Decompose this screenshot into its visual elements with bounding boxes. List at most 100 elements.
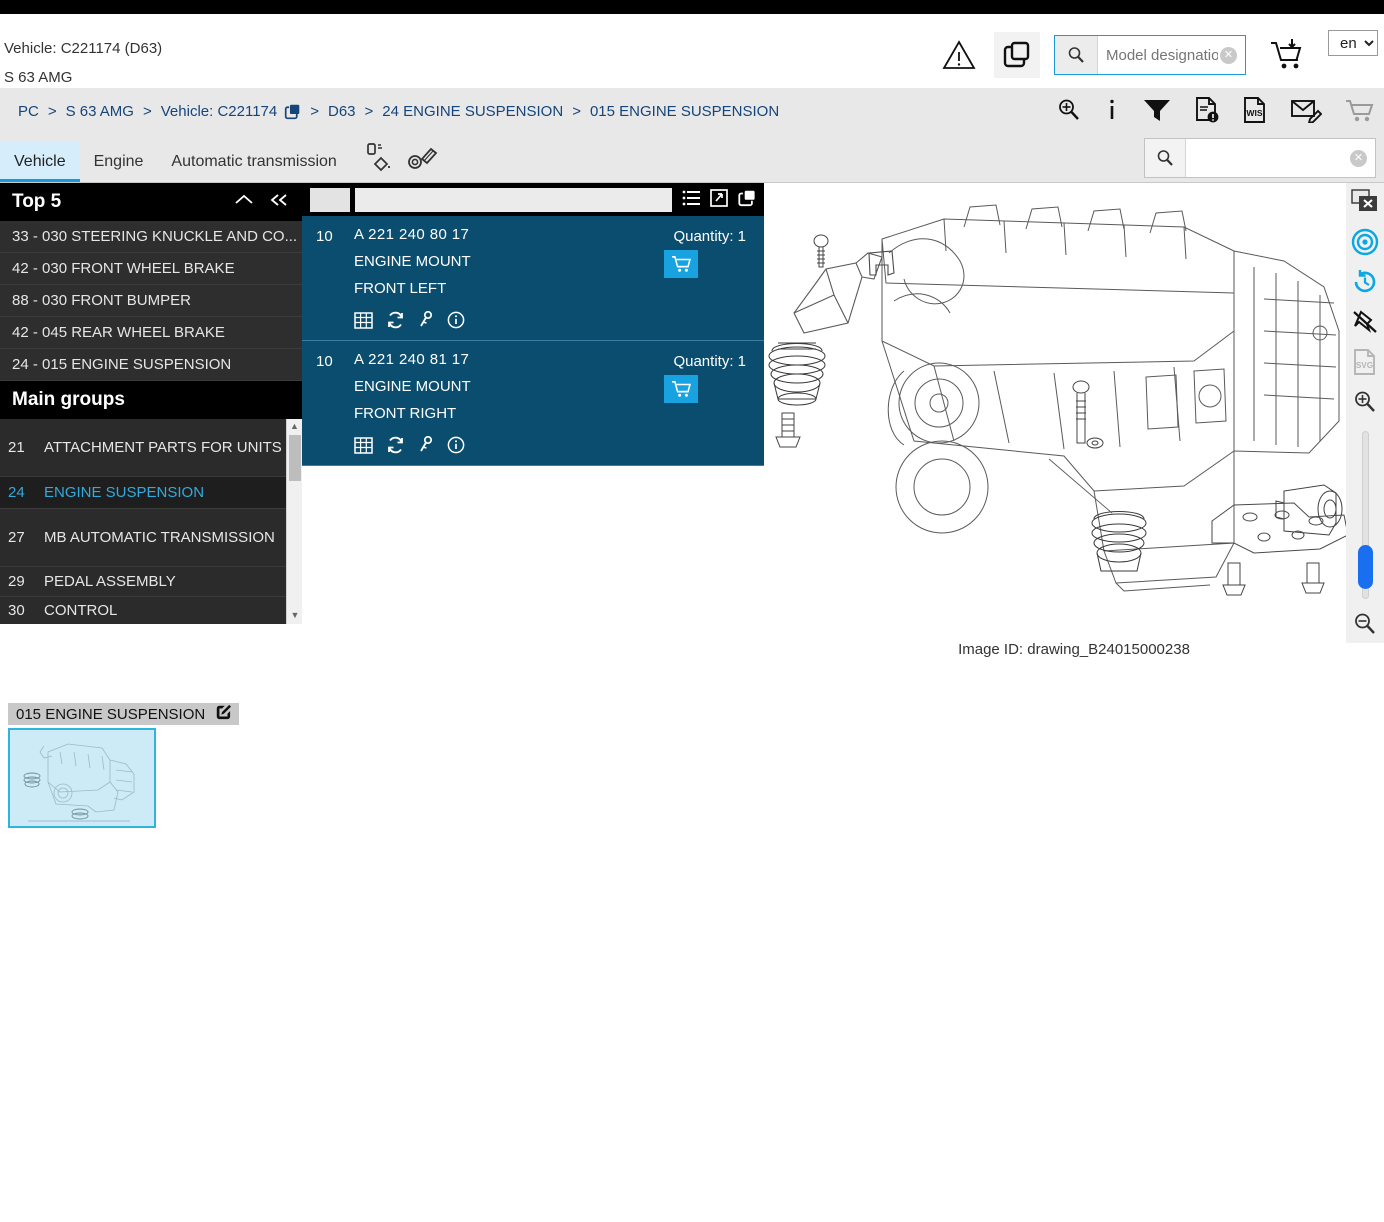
main-group-number: 24 [8,484,44,501]
vehicle-model-label: S 63 AMG [4,69,72,86]
clear-icon[interactable]: ✕ [1220,47,1237,64]
model-designation-input[interactable] [1098,46,1220,65]
cart-icon[interactable] [1344,97,1374,127]
svg-text:WIS: WIS [1246,108,1262,118]
top5-item-3[interactable]: 42 - 045 REAR WHEEL BRAKE [0,317,302,349]
top5-item-4[interactable]: 24 - 015 ENGINE SUSPENSION [0,349,302,381]
top5-controls [234,192,290,212]
breadcrumb-item-group[interactable]: 24 ENGINE SUSPENSION [382,103,563,120]
info-icon[interactable] [1104,97,1120,127]
breadcrumb-item-pc[interactable]: PC [18,103,39,120]
app-header: Vehicle: C221174 (D63) S 63 AMG ✕ [0,14,1384,88]
main-group-label: CONTROL [44,602,117,619]
expand-icon[interactable] [710,189,728,211]
main-group-item-21[interactable]: 21 ATTACHMENT PARTS FOR UNITS [0,419,302,477]
exploded-view-drawing[interactable] [764,191,1364,641]
top5-item-0[interactable]: 33 - 030 STEERING KNUCKLE AND CO... [0,221,302,253]
main-group-item-29[interactable]: 29 PEDAL ASSEMBLY [0,567,302,597]
thumbnail-image[interactable] [8,728,156,828]
cart-add-icon[interactable] [1268,36,1308,74]
model-designation-search[interactable]: ✕ [1054,35,1246,75]
main-groups-title: Main groups [12,389,125,411]
top5-item-2[interactable]: 88 - 030 FRONT BUMPER [0,285,302,317]
main-groups-scrollbar[interactable]: ▲ ▼ [286,419,302,624]
close-window-icon[interactable] [1350,187,1380,217]
top5-item-1[interactable]: 42 - 030 FRONT WHEEL BRAKE [0,253,302,285]
zoom-in-icon[interactable] [1350,387,1380,417]
mail-edit-icon[interactable] [1290,97,1322,127]
refresh-icon[interactable] [386,311,405,333]
info-circle-icon[interactable] [447,436,465,458]
zoom-out-icon[interactable] [1350,609,1380,639]
language-select[interactable]: en [1328,30,1378,56]
tab-automatic-transmission[interactable]: Automatic transmission [157,142,350,182]
table-grid-icon[interactable] [354,312,373,333]
key-icon[interactable] [418,311,434,333]
zoom-in-icon[interactable] [1056,97,1082,127]
edit-pencil-icon[interactable] [215,704,231,724]
table-row[interactable]: 10 A 221 240 81 17 ENGINE MOUNT FRONT RI… [302,341,764,466]
warning-triangle-icon[interactable] [942,38,976,72]
main-group-number: 30 [8,602,44,619]
filter-icon[interactable] [1142,97,1172,127]
main-groups-list: 21 ATTACHMENT PARTS FOR UNITS 24 ENGINE … [0,419,302,624]
tab-vehicle[interactable]: Vehicle [0,142,80,182]
breadcrumb-item-model[interactable]: S 63 AMG [66,103,134,120]
breadcrumb-separator: > [48,103,57,120]
top5-list: 33 - 030 STEERING KNUCKLE AND CO... 42 -… [0,221,302,381]
double-chevron-left-icon[interactable] [268,192,290,212]
search-icon[interactable] [1145,139,1186,177]
top-black-bar [0,0,1384,14]
add-to-cart-button[interactable] [664,250,698,278]
part-quantity: Quantity: 1 [673,228,746,245]
table-row[interactable]: 10 A 221 240 80 17 ENGINE MOUNT FRONT LE… [302,216,764,341]
key-icon[interactable] [418,436,434,458]
thumbnail-label-bar: 015 ENGINE SUSPENSION [8,703,239,725]
breadcrumb-separator: > [143,103,152,120]
chevron-up-icon[interactable] [234,192,254,212]
main-group-number: 21 [8,439,44,456]
bolt-screw-icon[interactable] [407,142,439,176]
unpin-icon[interactable] [1350,307,1380,337]
breadcrumb-item-vehicle[interactable]: Vehicle: C221174 [161,103,277,120]
header-actions: ✕ en [942,32,1384,78]
breadcrumb-item-d63[interactable]: D63 [328,103,356,120]
parts-header-icons [682,189,756,211]
parts-header-field[interactable] [355,188,672,212]
history-undo-icon[interactable] [1350,267,1380,297]
search-icon[interactable] [1055,36,1098,74]
copy-icon[interactable] [994,32,1040,78]
part-drawing-panel[interactable]: 25 35 20 10 30 40 45 50 10 80 90 Image I… [764,183,1384,618]
scroll-up-arrow-icon[interactable]: ▲ [287,419,302,433]
tab-engine[interactable]: Engine [80,142,158,182]
zoom-slider-handle[interactable] [1358,545,1373,589]
main-group-number: 27 [8,529,44,546]
duplicate-icon[interactable] [737,189,756,211]
thumbnail-title: 015 ENGINE SUSPENSION [16,706,205,723]
part-row-icons [354,436,754,458]
svg-export-icon: SVG [1350,347,1380,377]
zoom-slider[interactable] [1358,431,1372,599]
document-alert-icon[interactable] [1194,96,1220,128]
scroll-down-arrow-icon[interactable]: ▼ [287,608,302,622]
target-focus-icon[interactable] [1350,227,1380,257]
parts-list-panel: 10 A 221 240 80 17 ENGINE MOUNT FRONT LE… [302,183,764,473]
breadcrumb-copy-icon[interactable] [284,103,301,120]
wis-document-icon[interactable]: WIS [1242,96,1268,128]
refresh-icon[interactable] [386,436,405,458]
parts-search-input[interactable] [1186,149,1350,168]
breadcrumb-item-subgroup[interactable]: 015 ENGINE SUSPENSION [590,103,779,120]
main-group-item-27[interactable]: 27 MB AUTOMATIC TRANSMISSION [0,509,302,567]
clear-icon[interactable]: ✕ [1350,150,1367,167]
fluid-paint-icon[interactable] [363,142,393,176]
scrollbar-thumb[interactable] [289,435,301,481]
main-group-item-24[interactable]: 24 ENGINE SUSPENSION [0,477,302,509]
drawing-toolbar: SVG [1346,183,1384,643]
breadcrumb-separator: > [365,103,374,120]
add-to-cart-button[interactable] [664,375,698,403]
list-view-icon[interactable] [682,189,701,211]
table-grid-icon[interactable] [354,437,373,458]
main-group-item-30[interactable]: 30 CONTROL [0,597,302,624]
parts-search-field[interactable]: ✕ [1144,138,1376,178]
info-circle-icon[interactable] [447,311,465,333]
